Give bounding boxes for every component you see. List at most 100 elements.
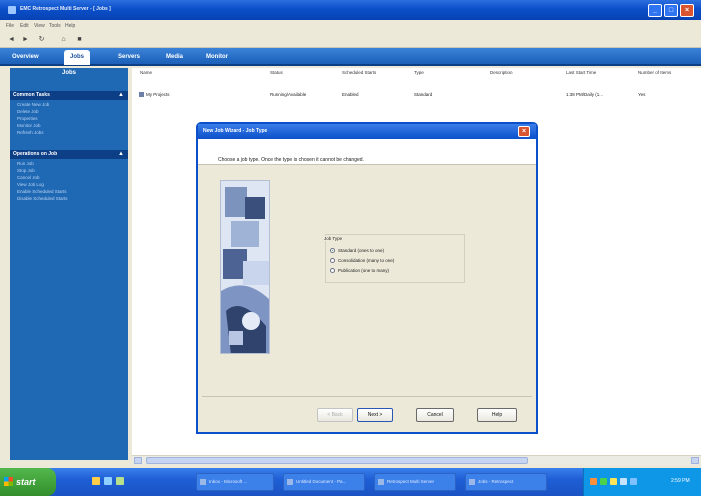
menu-edit[interactable]: Edit [20,23,29,29]
sidebar-link-view-job-log[interactable]: View Job Log [17,182,44,187]
chevron-up-icon[interactable]: ▲ [118,150,124,159]
tab-servers[interactable]: Servers [112,50,146,65]
minimize-button[interactable]: _ [648,4,662,17]
dialog-separator [202,396,532,397]
row-type: Standard [414,92,433,97]
toolbar: ◄ ► ↻ ⌂ ■ [0,32,701,48]
sidebar-link-monitor-job[interactable]: Monitor Job [17,123,41,128]
tray-update-icon[interactable] [620,478,627,485]
dialog-header: Choose a job type. Once the type is chos… [198,139,536,165]
tab-media[interactable]: Media [160,50,189,65]
sidebar-title: Jobs [61,70,76,76]
back-button[interactable]: < Back [317,408,353,422]
radio-standard-label[interactable]: Standard (ones to one) [338,248,384,253]
maximize-button[interactable]: □ [664,4,678,17]
app-icon [8,6,16,14]
scroll-left-icon[interactable] [134,457,142,464]
taskbar-item-2[interactable]: Untitled Document - Pa... [283,473,365,491]
dialog-titlebar[interactable]: New Job Wizard - Job Type × [198,124,536,139]
start-label: start [16,477,36,487]
radio-standard[interactable] [330,248,335,253]
taskbar-clock[interactable]: 2:59 PM [671,478,690,484]
close-button[interactable]: × [680,4,694,17]
group-label: Common Tasks [13,92,50,98]
sidebar-group-operations[interactable]: Operations on Job ▲ [10,150,128,159]
row-status: Running/Available [270,92,307,97]
tab-jobs[interactable]: Jobs [64,50,91,65]
sidebar-link-create-job[interactable]: Create New Job [17,102,49,107]
row-last-start: 1:38 PM/Daily (1... [566,92,604,97]
sidebar: Jobs Common Tasks ▲ Create New Job Delet… [10,68,128,460]
tray-volume-icon[interactable] [610,478,617,485]
sidebar-link-refresh-jobs[interactable]: Refresh Jobs [17,130,44,135]
menu-tools[interactable]: Tools [49,23,61,29]
column-header-last-start[interactable]: Last Start Time [566,70,596,75]
row-items: Yes [638,92,646,97]
home-icon[interactable]: ⌂ [58,35,69,45]
taskbar-item-3[interactable]: Retrospect Multi Server [374,473,456,491]
sidebar-link-cancel-job[interactable]: Cancel Job [17,175,40,180]
dialog-title: New Job Wizard - Job Type [203,128,268,134]
taskbar: start Inbox - Microsoft ... Untitled Doc… [0,468,701,496]
radio-publication-label[interactable]: Publication (one to many) [338,268,389,273]
next-button[interactable]: Next > [357,408,393,422]
navigation-tabs: Overview Jobs Servers Media Monitor [0,48,701,66]
help-button[interactable]: Help [477,408,517,422]
row-name[interactable]: My Projects [146,92,170,97]
cancel-button[interactable]: Cancel [416,408,454,422]
tray-network-icon[interactable] [590,478,597,485]
windows-logo-icon [4,477,13,486]
system-tray: 2:59 PM [583,468,701,496]
taskbar-item-1[interactable]: Inbox - Microsoft ... [196,473,274,491]
menu-bar: File Edit View Tools Help [0,20,701,32]
quicklaunch-desktop-icon[interactable] [116,477,124,485]
column-header-description[interactable]: Description [490,70,513,75]
sidebar-link-properties[interactable]: Properties [17,116,38,121]
tab-overview[interactable]: Overview [6,50,45,65]
refresh-icon[interactable]: ↻ [36,35,47,45]
row-scheduled: Enabled [342,92,359,97]
radio-consolidation[interactable] [330,258,335,263]
radio-publication[interactable] [330,268,335,273]
column-header-status[interactable]: Status [270,70,283,75]
radio-consolidation-label[interactable]: Consolidation (many to one) [338,258,394,263]
scrollbar-thumb[interactable] [146,457,528,464]
minimize-icon: _ [653,7,657,14]
column-header-scheduled[interactable]: Scheduled Starts [342,70,376,75]
tab-monitor[interactable]: Monitor [200,50,234,65]
sidebar-group-common-tasks[interactable]: Common Tasks ▲ [10,91,128,100]
back-icon[interactable]: ◄ [6,35,17,45]
scroll-right-icon[interactable] [691,457,699,464]
tray-security-icon[interactable] [600,478,607,485]
chevron-up-icon[interactable]: ▲ [118,91,124,100]
wizard-illustration [220,180,270,354]
tray-app-icon[interactable] [630,478,637,485]
column-header-items[interactable]: Number of Items [638,70,671,75]
new-job-wizard-dialog: New Job Wizard - Job Type × Choose a job… [196,122,538,434]
group-label: Operations on Job [13,151,58,157]
menu-help[interactable]: Help [65,23,75,29]
horizontal-scrollbar[interactable] [132,455,701,465]
close-icon: × [684,7,690,14]
dialog-close-button[interactable]: × [518,126,530,137]
sidebar-link-enable-starts[interactable]: Enable Scheduled Starts [17,189,67,194]
sidebar-link-disable-starts[interactable]: Disable Scheduled Starts [17,196,68,201]
menu-view[interactable]: View [34,23,45,29]
wizard-artwork [221,181,269,353]
window-titlebar[interactable]: EMC Retrospect Multi Server - [ Jobs ] _… [0,0,701,20]
column-header-name[interactable]: Name [140,70,152,75]
sidebar-link-stop-job[interactable]: Stop Job [17,168,35,173]
forward-icon[interactable]: ► [20,35,31,45]
stop-icon[interactable]: ■ [74,35,85,45]
maximize-icon: □ [668,7,674,14]
menu-file[interactable]: File [6,23,14,29]
job-icon [139,92,144,97]
quicklaunch-browser-icon[interactable] [104,477,112,485]
sidebar-link-run-job[interactable]: Run Job [17,161,34,166]
column-header-type[interactable]: Type [414,70,424,75]
quicklaunch-folder-icon[interactable] [92,477,100,485]
sidebar-link-delete-job[interactable]: Delete Job [17,109,39,114]
taskbar-item-4[interactable]: Jobs - Retrospect [465,473,547,491]
start-button[interactable]: start [0,468,56,496]
dialog-question: Choose a job type. Once the type is chos… [218,157,364,163]
